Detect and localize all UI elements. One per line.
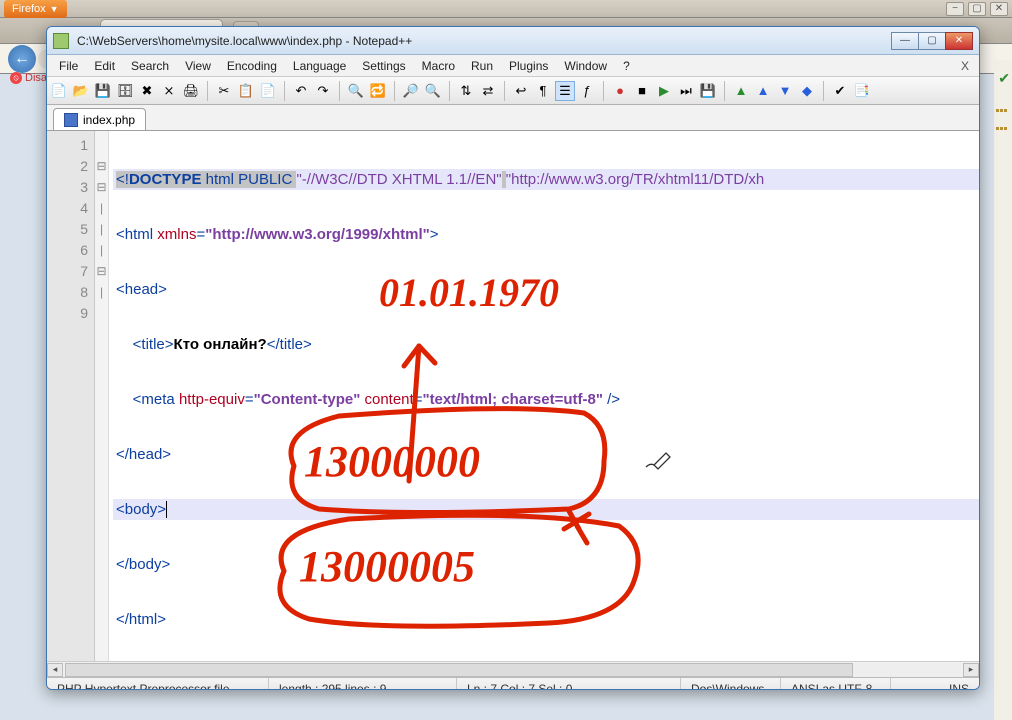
app-icon xyxy=(53,33,69,49)
record-icon[interactable]: ● xyxy=(610,81,630,101)
addon-indicator[interactable]: ⦸ Disa xyxy=(10,72,47,84)
tri4-icon[interactable]: ◆ xyxy=(797,81,817,101)
cut-icon[interactable]: ✂ xyxy=(214,81,234,101)
undo-icon[interactable]: ↶ xyxy=(291,81,311,101)
close-all-icon[interactable]: ⨯ xyxy=(159,81,179,101)
horizontal-scrollbar[interactable]: ◂ ▸ xyxy=(47,661,979,677)
code-view[interactable]: <!DOCTYPE html PUBLIC "-//W3C//DTD XHTML… xyxy=(109,131,979,661)
save-macro-icon[interactable]: 💾 xyxy=(698,81,718,101)
firefox-menu-label: Firefox xyxy=(12,3,46,15)
replace-icon[interactable]: 🔁 xyxy=(368,81,388,101)
file-tab-label: index.php xyxy=(83,113,135,127)
notepadpp-window: C:\WebServers\home\mysite.local\www\inde… xyxy=(46,26,980,690)
indent-guide-icon[interactable]: ☰ xyxy=(555,81,575,101)
save-icon[interactable]: 💾 xyxy=(93,81,113,101)
back-button[interactable]: ← xyxy=(8,45,36,73)
save-all-icon[interactable]: 🗄 xyxy=(115,81,135,101)
tri1-icon[interactable]: ▲ xyxy=(731,81,751,101)
wrap-icon[interactable]: ↩ xyxy=(511,81,531,101)
close-button[interactable]: ✕ xyxy=(945,32,973,50)
os-minimize-button[interactable]: − xyxy=(946,2,964,16)
menu-encoding[interactable]: Encoding xyxy=(219,57,285,75)
pen-cursor-icon xyxy=(644,451,672,471)
new-file-icon[interactable]: 📄 xyxy=(49,81,69,101)
scroll-track[interactable] xyxy=(65,663,961,677)
copy-icon[interactable]: 📋 xyxy=(236,81,256,101)
menu-search[interactable]: Search xyxy=(123,57,177,75)
zoom-in-icon[interactable]: 🔎 xyxy=(401,81,421,101)
window-title: C:\WebServers\home\mysite.local\www\inde… xyxy=(77,34,892,48)
menu-settings[interactable]: Settings xyxy=(354,57,413,75)
spell-icon[interactable]: ✔ xyxy=(830,81,850,101)
play-multi-icon[interactable]: ⏭ xyxy=(676,81,696,101)
menu-bar: File Edit Search View Encoding Language … xyxy=(47,55,979,77)
menu-run[interactable]: Run xyxy=(463,57,501,75)
toolbar: 📄 📂 💾 🗄 ✖ ⨯ 🖨 ✂ 📋 📄 ↶ ↷ 🔍 🔁 🔎 🔍 ⇅ ⇄ ↩ ¶ … xyxy=(47,77,979,105)
find-icon[interactable]: 🔍 xyxy=(346,81,366,101)
play-icon[interactable]: ▶ xyxy=(654,81,674,101)
menu-window[interactable]: Window xyxy=(556,57,615,75)
menu-language[interactable]: Language xyxy=(285,57,354,75)
menu-file[interactable]: File xyxy=(51,57,86,75)
editor-area[interactable]: 123 456 789 ⊟⊟|||⊟| <!DOCTYPE html PUBLI… xyxy=(47,131,979,661)
addon-label: Disa xyxy=(25,72,47,84)
check-icon: ✔ xyxy=(998,70,1010,87)
menu-view[interactable]: View xyxy=(177,57,219,75)
menu-plugins[interactable]: Plugins xyxy=(501,57,556,75)
mdi-close-button[interactable]: X xyxy=(955,57,975,75)
func-icon[interactable]: ƒ xyxy=(577,81,597,101)
os-maximize-button[interactable]: ▢ xyxy=(968,2,986,16)
menu-help[interactable]: ? xyxy=(615,57,638,75)
disabled-icon: ⦸ xyxy=(10,72,22,84)
paste-icon[interactable]: 📄 xyxy=(258,81,278,101)
open-file-icon[interactable]: 📂 xyxy=(71,81,91,101)
print-icon[interactable]: 🖨 xyxy=(181,81,201,101)
scroll-left-button[interactable]: ◂ xyxy=(47,663,63,677)
maximize-button[interactable]: ▢ xyxy=(918,32,946,50)
os-close-button[interactable]: ✕ xyxy=(990,2,1008,16)
sync-h-icon[interactable]: ⇄ xyxy=(478,81,498,101)
scroll-thumb[interactable] xyxy=(65,663,853,677)
tri2-icon[interactable]: ▲ xyxy=(753,81,773,101)
show-all-icon[interactable]: ¶ xyxy=(533,81,553,101)
redo-icon[interactable]: ↷ xyxy=(313,81,333,101)
doc-icon[interactable]: 📑 xyxy=(852,81,872,101)
stop-icon[interactable]: ■ xyxy=(632,81,652,101)
firefox-menu-button[interactable]: Firefox ▼ xyxy=(4,0,67,18)
disk-icon xyxy=(64,113,78,127)
close-file-icon[interactable]: ✖ xyxy=(137,81,157,101)
tri3-icon[interactable]: ▼ xyxy=(775,81,795,101)
title-bar[interactable]: C:\WebServers\home\mysite.local\www\inde… xyxy=(47,27,979,55)
sync-v-icon[interactable]: ⇅ xyxy=(456,81,476,101)
grid-icon xyxy=(996,100,1010,110)
minimize-button[interactable]: — xyxy=(891,32,919,50)
line-gutter: 123 456 789 xyxy=(47,131,95,661)
file-tab[interactable]: index.php xyxy=(53,108,146,130)
zoom-out-icon[interactable]: 🔍 xyxy=(423,81,443,101)
chevron-down-icon: ▼ xyxy=(50,4,59,14)
fold-gutter[interactable]: ⊟⊟|||⊟| xyxy=(95,131,109,661)
menu-edit[interactable]: Edit xyxy=(86,57,123,75)
menu-macro[interactable]: Macro xyxy=(414,57,463,75)
